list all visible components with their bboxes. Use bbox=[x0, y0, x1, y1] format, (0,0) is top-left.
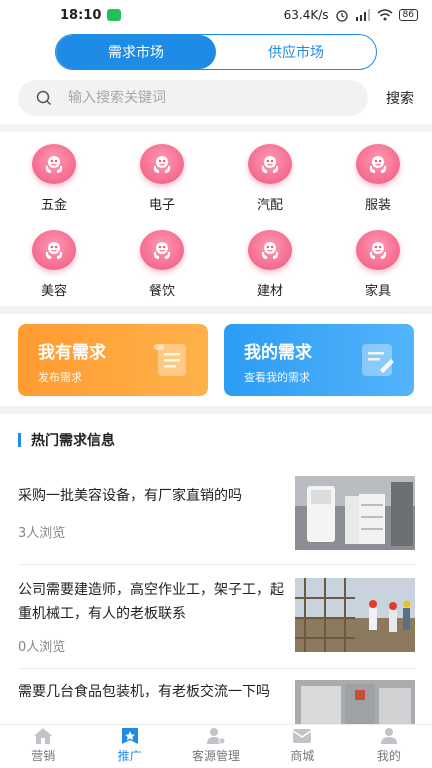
section-accent-bar bbox=[18, 433, 21, 447]
category-label: 五金 bbox=[40, 198, 67, 213]
tab-customer-management[interactable]: 客源管理 bbox=[173, 725, 259, 768]
category-icon bbox=[248, 144, 292, 184]
category-icon bbox=[248, 230, 292, 270]
scroll-icon bbox=[154, 344, 186, 376]
mail-icon bbox=[293, 729, 312, 743]
network-speed: 63.4K/s bbox=[283, 8, 329, 22]
wifi-icon bbox=[377, 9, 393, 21]
feed-item-text: 需要几台食品包装机，有老板交流一下吗 bbox=[18, 684, 270, 700]
feed-item-text: 公司需要建造师，高空作业工，架子工，起重机械工，有人的老板联系 bbox=[18, 582, 284, 622]
tab-label: 商城 bbox=[290, 749, 315, 763]
category-item[interactable]: 电子 bbox=[108, 144, 216, 226]
wechat-notification-icon bbox=[107, 9, 122, 21]
edit-document-icon bbox=[362, 344, 394, 376]
feed-item-views: 0人浏览 bbox=[18, 640, 66, 655]
category-panel: 五金 电子 汽配 服装美容 餐饮 建材 家具 bbox=[0, 132, 432, 306]
tab-supply-market[interactable]: 供应市场 bbox=[216, 35, 376, 69]
bottom-tab-bar: 营销 推广 客源管理 商城 我的 bbox=[0, 724, 432, 768]
tab-label: 营销 bbox=[31, 749, 56, 763]
publish-demand-card[interactable]: 我有需求 发布需求 bbox=[18, 324, 208, 396]
search-box bbox=[18, 80, 368, 116]
construction-site-thumbnail bbox=[295, 578, 415, 652]
tab-label: 客源管理 bbox=[192, 749, 241, 763]
tab-label: 推广 bbox=[117, 749, 142, 763]
signal-icon bbox=[355, 9, 370, 21]
hot-demand-header: 热门需求信息 bbox=[18, 430, 115, 450]
tab-promotion[interactable]: 推广 bbox=[86, 725, 172, 768]
category-grid: 五金 电子 汽配 服装美容 餐饮 建材 家具 bbox=[0, 132, 432, 312]
category-item[interactable]: 服装 bbox=[324, 144, 432, 226]
status-bar: 18:10 63.4K/s 86 bbox=[0, 0, 432, 30]
category-item[interactable]: 五金 bbox=[0, 144, 108, 226]
feed-item[interactable]: 需要几台食品包装机，有老板交流一下吗 bbox=[18, 680, 415, 724]
tab-mall[interactable]: 商城 bbox=[259, 725, 345, 768]
category-item[interactable]: 建材 bbox=[216, 230, 324, 312]
category-item[interactable]: 美容 bbox=[0, 230, 108, 312]
category-icon bbox=[356, 230, 400, 270]
home-icon bbox=[34, 728, 53, 744]
divider bbox=[18, 564, 415, 565]
category-item[interactable]: 汽配 bbox=[216, 144, 324, 226]
category-label: 建材 bbox=[256, 284, 283, 299]
category-label: 服装 bbox=[364, 198, 391, 213]
hot-demand-panel: 热门需求信息 采购一批美容设备，有厂家直销的吗 3人浏览 公司需要建造师，高空作… bbox=[0, 414, 432, 724]
alarm-icon bbox=[335, 10, 348, 22]
person-icon bbox=[380, 728, 397, 744]
my-demand-card[interactable]: 我的需求 查看我的需求 bbox=[224, 324, 414, 396]
feed-item[interactable]: 公司需要建造师，高空作业工，架子工，起重机械工，有人的老板联系 0人浏览 bbox=[18, 578, 415, 658]
divider bbox=[18, 668, 415, 669]
beauty-equipment-thumbnail bbox=[295, 476, 415, 550]
category-icon bbox=[140, 230, 184, 270]
status-indicators: 63.4K/s 86 bbox=[284, 8, 418, 22]
tab-demand-market[interactable]: 需求市场 bbox=[56, 35, 216, 69]
hot-demand-title: 热门需求信息 bbox=[31, 433, 115, 449]
top-area: 需求市场 供应市场 搜索 bbox=[0, 30, 432, 124]
packaging-machine-thumbnail bbox=[295, 680, 415, 724]
status-time: 18:10 bbox=[60, 7, 102, 23]
category-icon bbox=[356, 144, 400, 184]
category-label: 美容 bbox=[40, 284, 67, 299]
action-panel: 我有需求 发布需求 我的需求 查看我的需求 bbox=[0, 314, 432, 406]
tab-label: 我的 bbox=[376, 749, 401, 763]
battery-indicator: 86 bbox=[398, 9, 418, 21]
search-icon bbox=[36, 90, 52, 106]
search-input[interactable] bbox=[68, 90, 328, 106]
tab-mine[interactable]: 我的 bbox=[346, 725, 432, 768]
user-gear-icon bbox=[207, 728, 226, 745]
tab-marketing[interactable]: 营销 bbox=[0, 725, 86, 768]
market-switch: 需求市场 供应市场 bbox=[55, 34, 377, 70]
search-button[interactable]: 搜索 bbox=[386, 88, 414, 108]
star-tag-icon bbox=[121, 728, 138, 744]
category-icon bbox=[32, 144, 76, 184]
category-label: 电子 bbox=[148, 198, 175, 213]
feed-item-views: 3人浏览 bbox=[18, 526, 66, 541]
category-item[interactable]: 餐饮 bbox=[108, 230, 216, 312]
category-item[interactable]: 家具 bbox=[324, 230, 432, 312]
category-label: 餐饮 bbox=[148, 284, 175, 299]
category-label: 家具 bbox=[364, 284, 391, 299]
category-label: 汽配 bbox=[256, 198, 283, 213]
category-icon bbox=[140, 144, 184, 184]
category-icon bbox=[32, 230, 76, 270]
feed-item-text: 采购一批美容设备，有厂家直销的吗 bbox=[18, 488, 242, 504]
feed-item[interactable]: 采购一批美容设备，有厂家直销的吗 3人浏览 bbox=[18, 476, 415, 550]
